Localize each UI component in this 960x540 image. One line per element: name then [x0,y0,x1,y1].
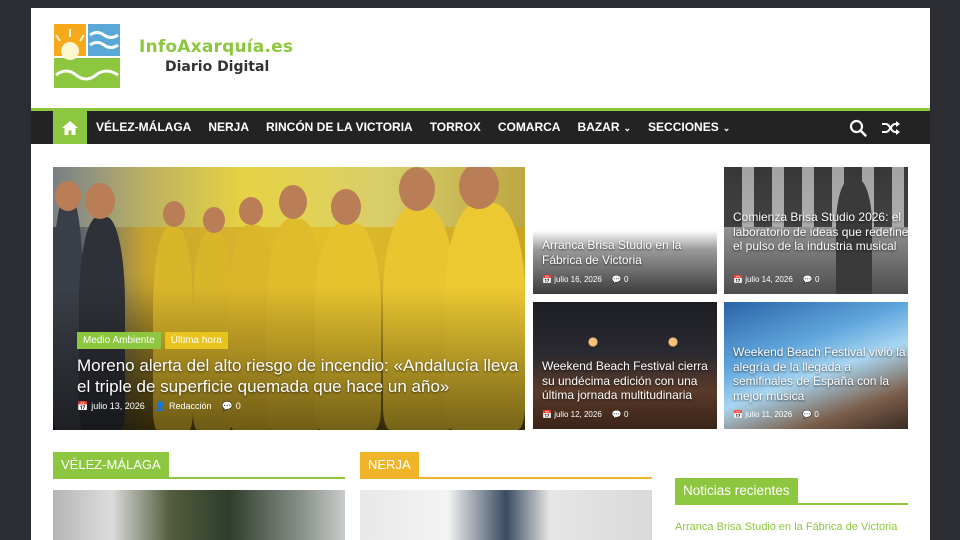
photo-figure [85,183,115,219]
calendar-icon: 📅 [733,275,746,284]
featured-side-title[interactable]: Comienza Brisa Studio 2026: el laborator… [733,210,908,254]
section-nerja: NERJA [360,452,652,479]
featured-main-meta: 📅 julio 13, 2026 👤 Redacción 💬 0 [77,401,241,412]
comments-count: 0 [235,401,241,411]
featured-side-meta: 📅 julio 14, 2026 💬 0 [733,275,819,284]
shuffle-icon[interactable] [881,119,901,137]
recent-news-link[interactable]: Arranca Brisa Studio en la Fábrica de Vi… [675,521,897,533]
date-text: julio 11, 2026 [745,410,793,419]
comment-icon: 💬 [802,275,815,284]
tag-medio-ambiente[interactable]: Medio Ambiente [77,332,161,349]
nav-label: RINCÓN DE LA VICTORIA [266,120,413,134]
section-velez-malaga: VÉLEZ-MÁLAGA [53,452,345,479]
date-meta[interactable]: 📅 julio 11, 2026 [733,410,792,419]
nav-label: SECCIONES [648,120,719,134]
site-tagline: Diario Digital [165,59,270,75]
calendar-icon: 📅 [733,410,746,419]
nav-item-torrox[interactable]: TORROX [421,111,489,144]
article-tags: Medio Ambiente Última hora [77,332,228,349]
featured-side-meta: 📅 julio 16, 2026 💬 0 [542,275,628,284]
featured-side-title[interactable]: Weekend Beach Festival vivió la alegría … [733,345,908,403]
nav-item-comarca[interactable]: COMARCA [489,111,569,144]
velez-article-thumbnail[interactable] [53,490,345,540]
section-rule [360,477,652,479]
user-icon: 👤 [154,401,166,411]
photo-figure [163,201,185,227]
widget-title: Noticias recientes [675,478,798,503]
section-title[interactable]: VÉLEZ-MÁLAGA [53,452,169,477]
nav-label: BAZAR [577,120,620,134]
comment-icon: 💬 [802,410,815,419]
featured-side-meta: 📅 julio 11, 2026 💬 0 [733,410,819,419]
comments-meta[interactable]: 💬 0 [802,410,819,419]
comments-meta[interactable]: 💬 0 [803,275,820,284]
featured-side-article-2[interactable]: Comienza Brisa Studio 2026: el laborator… [724,167,908,294]
nav-label: COMARCA [497,120,561,134]
nav-item-velez-malaga[interactable]: VÉLEZ-MÁLAGA [87,111,199,144]
chevron-down-icon: ⌄ [722,123,731,133]
section-title[interactable]: NERJA [360,452,419,477]
date-text: julio 12, 2026 [554,410,602,419]
featured-side-article-4[interactable]: Weekend Beach Festival vivió la alegría … [724,302,908,429]
comments-count: 0 [623,410,629,419]
widget-recent-news: Noticias recientes [675,478,908,505]
comments-meta[interactable]: 💬 0 [222,401,241,412]
chevron-down-icon: ⌄ [623,123,632,133]
date-meta[interactable]: 📅 julio 14, 2026 [733,275,793,284]
author-meta[interactable]: 👤 Redacción [155,401,212,412]
home-button[interactable] [53,111,87,144]
nav-label: VÉLEZ-MÁLAGA [96,120,192,134]
site-name[interactable]: InfoAxarquía.es [139,37,293,57]
main-navigation: VÉLEZ-MÁLAGA NERJA RINCÓN DE LA VICTORIA… [31,111,930,144]
comments-meta[interactable]: 💬 0 [612,275,629,284]
photo-figure [331,189,361,225]
photo-figure [239,197,263,225]
calendar-icon: 📅 [542,410,555,419]
nav-item-nerja[interactable]: NERJA [199,111,257,144]
photo-lights [533,332,717,352]
date-meta[interactable]: 📅 julio 12, 2026 [542,410,602,419]
search-icon[interactable] [849,119,867,137]
comments-count: 0 [623,275,629,284]
photo-figure [399,167,435,211]
comment-icon: 💬 [221,401,233,411]
date-text: julio 16, 2026 [554,275,602,284]
featured-side-meta: 📅 julio 12, 2026 💬 0 [542,410,628,419]
featured-main-article[interactable]: Medio Ambiente Última hora Moreno alerta… [53,167,525,430]
widget-rule [675,503,908,505]
author-text: Redacción [168,401,212,411]
date-text: julio 13, 2026 [91,401,145,411]
comments-count: 0 [814,410,819,419]
nav-label: TORROX [429,120,481,134]
featured-side-article-3[interactable]: Weekend Beach Festival cierra su undécim… [533,302,717,429]
date-text: julio 14, 2026 [745,275,793,284]
photo-figure [55,181,81,211]
featured-side-article-1[interactable]: Arranca Brisa Studio en la Fábrica de Vi… [533,167,717,294]
nav-item-bazar[interactable]: BAZAR ⌄ [568,111,639,144]
tag-ultima-hora[interactable]: Última hora [164,332,228,349]
featured-side-title[interactable]: Arranca Brisa Studio en la Fábrica de Vi… [542,238,717,267]
photo-figure [203,207,225,233]
date-meta[interactable]: 📅 julio 13, 2026 [77,401,145,412]
nav-label: NERJA [208,120,250,134]
comment-icon: 💬 [611,275,624,284]
photo-figure [279,185,307,219]
calendar-icon: 📅 [77,401,89,411]
page: InfoAxarquía.es Diario Digital VÉLEZ-MÁL… [31,8,930,540]
comment-icon: 💬 [611,410,624,419]
section-rule [53,477,345,479]
featured-main-title[interactable]: Moreno alerta del alto riesgo de incendi… [77,355,523,397]
calendar-icon: 📅 [542,275,555,284]
featured-side-title[interactable]: Weekend Beach Festival cierra su undécim… [542,359,717,403]
date-meta[interactable]: 📅 julio 16, 2026 [542,275,602,284]
home-icon [62,120,78,135]
comments-meta[interactable]: 💬 0 [612,410,629,419]
comments-count: 0 [814,275,820,284]
nav-item-secciones[interactable]: SECCIONES ⌄ [639,111,738,144]
nerja-article-thumbnail[interactable] [360,490,652,540]
site-logo[interactable] [53,23,121,89]
nav-item-rincon[interactable]: RINCÓN DE LA VICTORIA [257,111,421,144]
